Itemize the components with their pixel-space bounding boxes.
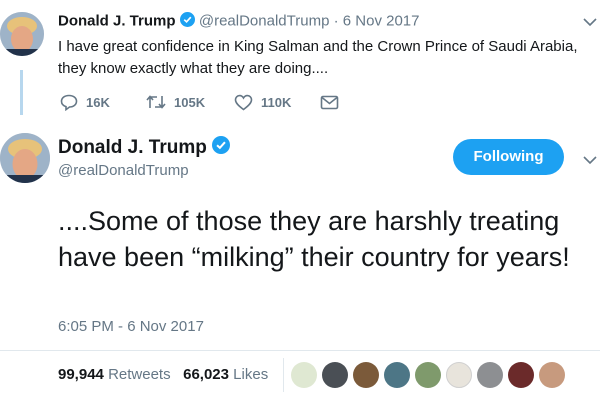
thread-line <box>20 70 23 115</box>
like-icon <box>234 94 253 111</box>
liker-avatar[interactable] <box>446 362 472 388</box>
retweets-stat[interactable]: 99,944 Retweets <box>58 366 171 383</box>
main-avatar[interactable] <box>0 133 50 183</box>
retweets-total: 99,944 <box>58 366 104 383</box>
retweet-icon <box>146 94 166 110</box>
liker-avatar[interactable] <box>415 362 441 388</box>
likes-stat[interactable]: 66,023 Likes <box>183 366 268 383</box>
reply-count: 16K <box>86 94 110 110</box>
reply-action[interactable]: 16K <box>60 92 110 112</box>
verified-badge-icon <box>179 12 195 31</box>
like-action[interactable]: 110K <box>234 92 291 112</box>
following-button[interactable]: Following <box>453 139 564 175</box>
parent-separator: · <box>333 12 339 30</box>
liker-avatar[interactable] <box>539 362 565 388</box>
liker-avatar[interactable] <box>477 362 503 388</box>
retweet-count: 105K <box>174 94 206 110</box>
likes-total: 66,023 <box>183 366 229 383</box>
liker-avatar[interactable] <box>384 362 410 388</box>
main-author-row: Donald J. Trump <box>58 136 231 160</box>
parent-chevron-down-icon[interactable] <box>583 14 597 32</box>
main-chevron-down-icon[interactable] <box>583 152 597 170</box>
message-icon <box>320 95 339 110</box>
parent-handle[interactable]: @realDonaldTrump <box>199 12 330 29</box>
message-action[interactable] <box>320 92 339 112</box>
main-handle[interactable]: @realDonaldTrump <box>58 162 189 179</box>
parent-header: Donald J. Trump @realDonaldTrump · 6 Nov… <box>58 12 420 31</box>
parent-author-name[interactable]: Donald J. Trump <box>58 12 176 29</box>
main-author-name[interactable]: Donald J. Trump <box>58 137 207 158</box>
main-verified-badge-icon <box>212 136 231 160</box>
engagement-stats: 99,944 Retweets 66,023 Likes <box>58 366 268 383</box>
liker-avatar[interactable] <box>508 362 534 388</box>
likes-label: Likes <box>233 366 269 383</box>
stats-separator <box>283 358 284 392</box>
main-tweet-text: ....Some of those they are harshly treat… <box>58 206 570 272</box>
liker-avatar[interactable] <box>322 362 348 388</box>
parent-text-line-1: I have great confidence in King Salman a… <box>58 38 578 55</box>
parent-date[interactable]: 6 Nov 2017 <box>343 12 420 29</box>
liker-avatar[interactable] <box>291 362 317 388</box>
parent-tweet-text: I have great confidence in King Salman a… <box>58 36 593 80</box>
parent-avatar[interactable] <box>0 12 44 56</box>
like-count: 110K <box>261 94 292 110</box>
stats-top-divider <box>0 350 600 351</box>
retweet-action[interactable]: 105K <box>146 92 205 112</box>
parent-text-line-2: they know exactly what they are doing...… <box>58 60 329 77</box>
main-timestamp[interactable]: 6:05 PM - 6 Nov 2017 <box>58 318 204 335</box>
retweets-label: Retweets <box>108 366 171 383</box>
reply-icon <box>60 94 78 111</box>
liker-avatar[interactable] <box>353 362 379 388</box>
